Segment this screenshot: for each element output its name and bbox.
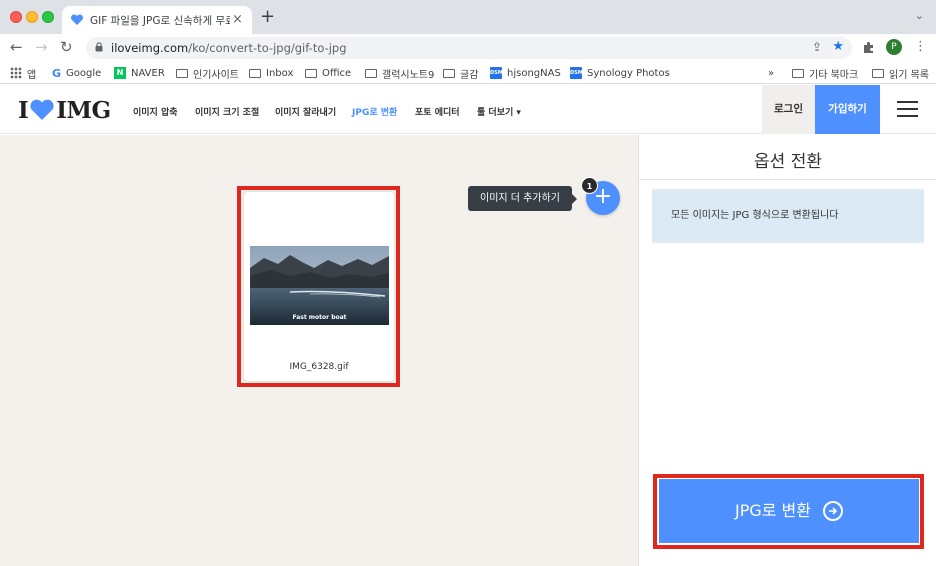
url-domain: iloveimg.com [111,41,189,55]
reload-button[interactable]: ↻ [60,38,73,56]
forward-button[interactable]: → [35,38,48,56]
url-text: iloveimg.com/ko/convert-to-jpg/gif-to-jp… [111,41,347,55]
site-header: I IMG 이미지 압축 이미지 크기 조절 이미지 잘라내기 JPG로 변환 … [0,85,936,134]
nav-more-tools[interactable]: 툴 더보기 ▾ [477,105,521,118]
naver-icon: N [114,67,126,79]
tab-title: GIF 파일을 JPG로 신속하게 무료 변환 [90,15,230,27]
reading-list-icon [872,69,884,78]
file-count-badge: 1 [581,177,598,194]
bookmark-google[interactable]: G Google [52,65,101,81]
options-sidebar: 옵션 전환 모든 이미지는 JPG 형식으로 변환됩니다 JPG로 변환 [638,135,936,566]
url-path: /ko/convert-to-jpg/gif-to-jpg [188,41,347,55]
bookmark-label: 앱 [27,69,37,81]
file-thumbnail: Fast motor boat [250,246,389,325]
folder-icon [365,69,377,78]
convert-to-jpg-button[interactable]: JPG로 변환 [659,479,919,543]
bookmark-label: 읽기 목록 [889,69,929,81]
active-tab[interactable]: GIF 파일을 JPG로 신속하게 무료 변환 × [62,6,252,34]
dsm-icon: DSM [570,67,583,79]
iloveimg-logo[interactable]: I IMG [18,96,111,124]
back-button[interactable]: ← [10,38,23,56]
profile-avatar[interactable]: P [886,39,902,55]
tab-search-icon[interactable]: ⌄ [915,9,924,22]
share-icon[interactable]: ⇪ [812,40,822,54]
browser-menu-icon[interactable]: ⋮ [914,39,927,54]
bookmark-label: 인기사이트 [193,69,239,81]
address-bar[interactable]: iloveimg.com/ko/convert-to-jpg/gif-to-jp… [86,37,852,59]
folder-icon [443,69,455,78]
arrow-right-circle-icon [823,501,843,521]
login-button[interactable]: 로그인 [762,85,815,134]
nav-resize[interactable]: 이미지 크기 조절 [195,105,259,118]
bookmarks-bar: 앱 G Google N NAVER 인기사이트 Inbox Office 갤럭시노… [0,62,936,84]
bookmark-label: 갤럭시노트9 [382,69,435,81]
nav-compress[interactable]: 이미지 압축 [133,105,178,118]
logo-text-i: I [18,96,29,124]
bookmark-synology-photos[interactable]: DSM Synology Photos [570,65,670,81]
bookmark-folder-other[interactable]: 기타 북마크 [792,65,858,81]
bookmark-star-icon[interactable]: ★ [832,39,844,54]
browser-window: GIF 파일을 JPG로 신속하게 무료 변환 × + ⌄ ← → ↻ ilov… [0,0,936,566]
hamburger-menu-icon[interactable] [897,101,918,117]
signup-button[interactable]: 가입하기 [815,85,880,134]
apps-grid-icon [10,67,22,79]
reading-list-button[interactable]: 읽기 목록 [872,65,929,81]
sidebar-divider [639,179,936,180]
heart-logo-icon [30,99,54,120]
file-workarea: Fast motor boat IMG_6328.gif 이미지 더 추가하기 … [0,135,638,566]
folder-icon [176,69,188,78]
bookmark-apps[interactable]: 앱 [10,65,36,81]
bookmark-folder-writing[interactable]: 글감 [443,65,478,81]
nav-convert-to-jpg[interactable]: JPG로 변환 [352,105,397,118]
dsm-icon: DSM [490,67,503,79]
bookmark-label: Synology Photos [587,67,670,79]
maximize-window-button[interactable] [42,11,54,23]
nav-photo-editor[interactable]: 포토 에디터 [415,105,460,118]
info-message: 모든 이미지는 JPG 형식으로 변환됩니다 [652,189,924,243]
bookmark-folder-galaxy[interactable]: 갤럭시노트9 [365,65,434,81]
convert-button-label: JPG로 변환 [734,501,811,520]
sidebar-title: 옵션 전환 [754,152,822,172]
bookmark-label: 글감 [460,69,479,81]
file-card[interactable]: Fast motor boat IMG_6328.gif [244,192,394,381]
new-tab-button[interactable]: + [260,6,275,27]
tab-close-icon[interactable]: × [232,12,243,27]
close-window-button[interactable] [10,11,22,23]
folder-icon [305,69,317,78]
minimize-window-button[interactable] [26,11,38,23]
bookmark-label: Google [66,67,102,79]
nav-crop[interactable]: 이미지 잘라내기 [275,105,336,118]
browser-toolbar: ← → ↻ iloveimg.com/ko/convert-to-jpg/gif… [0,34,936,62]
bookmark-nas[interactable]: DSM hjsongNAS [490,65,561,81]
file-name: IMG_6328.gif [289,362,349,372]
folder-icon [792,69,804,78]
add-more-tooltip: 이미지 더 추가하기 [468,186,577,211]
folder-icon [249,69,261,78]
bookmark-naver[interactable]: N NAVER [114,65,165,81]
lock-icon [95,42,103,52]
bookmark-label: Office [322,67,352,79]
bookmark-label: hjsongNAS [507,67,561,79]
tab-strip: GIF 파일을 JPG로 신속하게 무료 변환 × + ⌄ [0,0,936,34]
bookmark-folder-inbox[interactable]: Inbox [249,65,293,81]
bookmark-folder-office[interactable]: Office [305,65,351,81]
bookmark-label: Inbox [266,67,294,79]
bookmarks-overflow-button[interactable]: » [768,65,774,81]
thumbnail-caption: Fast motor boat [292,314,347,321]
bookmark-folder-popular[interactable]: 인기사이트 [176,65,239,81]
bookmark-label: 기타 북마크 [809,69,859,81]
extensions-puzzle-icon[interactable] [862,41,875,54]
logo-text-img: IMG [56,96,111,124]
google-icon: G [52,67,62,80]
bookmark-label: NAVER [131,67,165,79]
heart-favicon-icon [70,14,84,25]
